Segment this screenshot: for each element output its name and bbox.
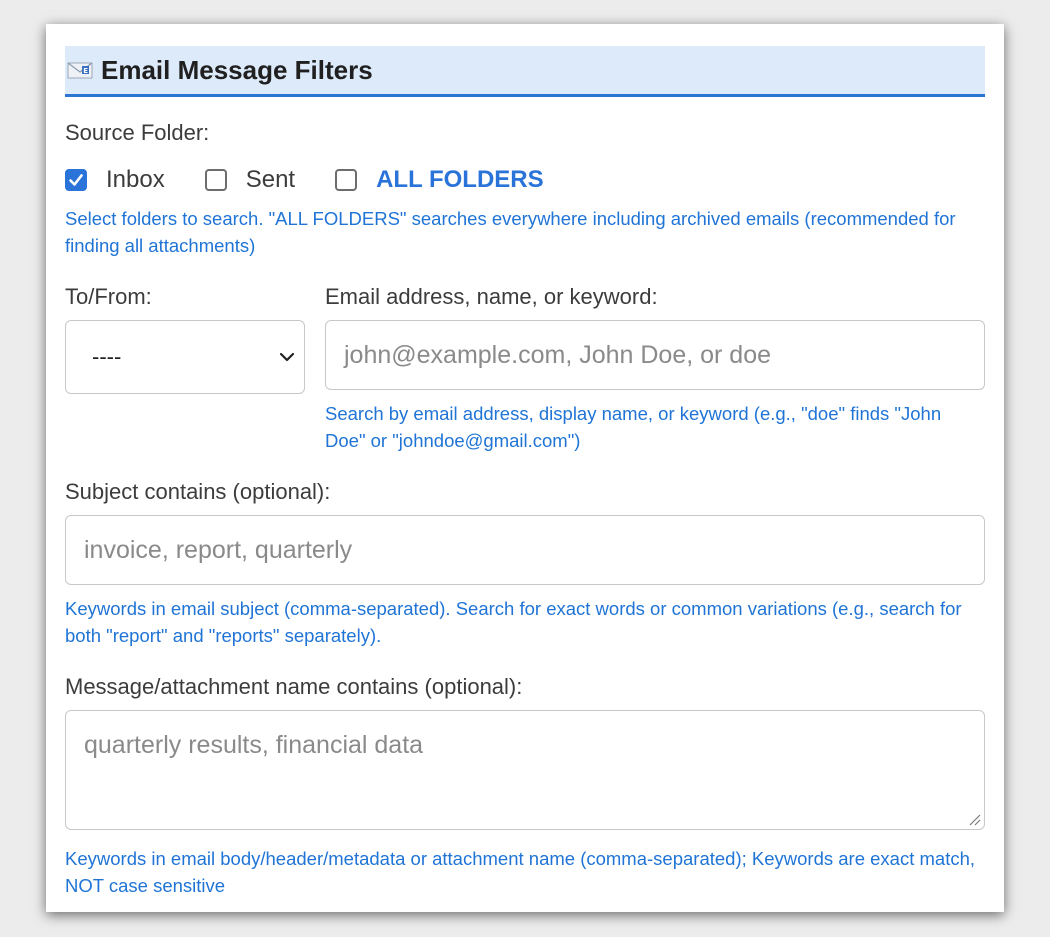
sent-option[interactable]: Sent	[204, 166, 296, 194]
folder-checkbox-group: Inbox Sent ALL FOLDERS	[65, 165, 584, 195]
all-folders-checkbox[interactable]	[335, 169, 358, 191]
attachment-label: Message/attachment name contains (option…	[65, 674, 523, 699]
page-title: Email Message Filters	[101, 54, 373, 85]
svg-text:E: E	[83, 67, 88, 75]
all-folders-label: ALL FOLDERS	[376, 166, 544, 193]
to-from-selected-value: ----	[92, 344, 122, 369]
source-folder-label: Source Folder:	[65, 120, 210, 145]
inbox-option[interactable]: Inbox	[65, 166, 165, 194]
to-from-label: To/From:	[65, 284, 152, 309]
sent-checkbox[interactable]	[204, 169, 227, 191]
to-from-select[interactable]: ----	[65, 320, 305, 394]
checkmark-icon	[69, 174, 83, 186]
subject-label: Subject contains (optional):	[65, 479, 331, 504]
email-filters-panel: E Email Message Filters Source Folder: I…	[46, 24, 1004, 912]
sent-label: Sent	[245, 166, 296, 193]
subject-placeholder: invoice, report, quarterly	[84, 535, 353, 564]
address-label: Email address, name, or keyword:	[325, 284, 658, 309]
subject-hint: Keywords in email subject (comma-separat…	[65, 598, 962, 646]
attachment-textarea[interactable]: quarterly results, financial data	[65, 710, 985, 830]
address-hint: Search by email address, display name, o…	[325, 403, 942, 451]
address-input[interactable]: john@example.com, John Doe, or doe	[325, 320, 985, 390]
inbox-checkbox[interactable]	[65, 169, 87, 191]
inbox-label: Inbox	[106, 166, 165, 193]
email-icon: E	[67, 62, 93, 79]
all-folders-option[interactable]: ALL FOLDERS	[335, 166, 544, 194]
attachment-hint: Keywords in email body/header/metadata o…	[65, 848, 976, 896]
panel-header: E Email Message Filters	[65, 46, 985, 97]
address-placeholder: john@example.com, John Doe, or doe	[344, 340, 772, 369]
chevron-down-icon	[279, 352, 295, 362]
source-folder-hint: Select folders to search. "ALL FOLDERS" …	[65, 208, 956, 256]
attachment-placeholder: quarterly results, financial data	[84, 731, 424, 759]
subject-input[interactable]: invoice, report, quarterly	[65, 515, 985, 585]
resize-handle-icon[interactable]	[967, 812, 981, 826]
